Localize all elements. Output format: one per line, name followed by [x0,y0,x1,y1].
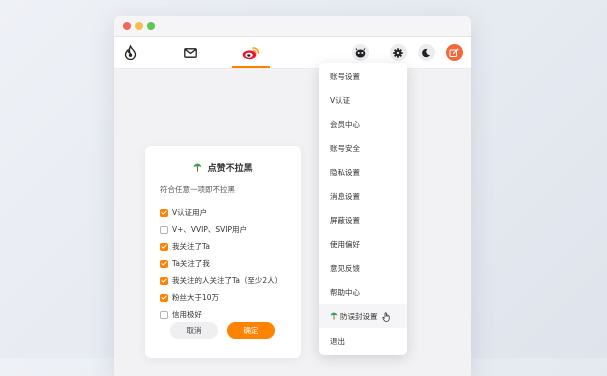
menu-item-label: 账号设置 [330,71,360,81]
option-fans-over-100k[interactable]: 粉丝大于10万 [160,292,219,303]
title-bar [114,16,471,37]
active-tab-indicator [232,66,270,68]
minimize-window-button[interactable] [135,22,143,30]
checkbox-checked[interactable] [160,293,168,302]
cancel-button[interactable]: 取消 [170,322,218,339]
option-v-verified[interactable]: V认证用户 [160,207,207,218]
option-label: V认证用户 [172,208,208,217]
menu-item-label: 防误封设置 [340,311,378,321]
alien-avatar-icon [351,44,369,61]
menu-item-label: 使用偏好 [330,239,360,249]
menu-item-label: 账号安全 [330,143,360,153]
option-mutual-follows[interactable]: 我关注的人关注了Ta（至少2人） [160,275,282,286]
flame-logo-icon[interactable] [122,37,138,68]
tree-icon [330,311,340,321]
top-navigation [114,37,471,69]
menu-item-label: 屏蔽设置 [330,215,360,225]
option-excellent-credit[interactable]: 信用极好 [160,309,202,320]
dialog-subtitle: 符合任意一项即不拉黑 [160,185,235,194]
option-vip-users[interactable]: V+、VVIP、SVIP用户 [160,224,247,235]
checkbox-checked[interactable] [160,242,168,251]
menu-item-anti-ban-settings[interactable]: 防误封设置 [319,304,407,328]
tree-icon [193,163,207,174]
dialog-title: 点赞不拉黑 [145,161,301,174]
option-label: 粉丝大于10万 [172,293,220,302]
theme-toggle-button[interactable] [417,37,435,68]
menu-item-label: 隐私设置 [330,167,360,177]
gear-icon [389,44,407,61]
checkbox-checked[interactable] [160,276,168,285]
menu-item-label: 消息设置 [330,191,360,201]
moon-icon [417,44,435,61]
mail-icon[interactable] [182,37,198,68]
menu-item-member-center[interactable]: 会员中心 [319,112,407,136]
menu-item-preferences[interactable]: 使用偏好 [319,232,407,256]
menu-item-feedback[interactable]: 意见反馈 [319,256,407,280]
like-no-block-dialog: 点赞不拉黑 符合任意一项即不拉黑 V认证用户 V+、VVIP、SVIP用户 我关… [145,146,301,358]
menu-item-message-settings[interactable]: 消息设置 [319,184,407,208]
menu-item-v-verification[interactable]: V认证 [319,88,407,112]
close-window-button[interactable] [123,22,131,30]
option-label: 我关注的人关注了Ta（至少2人） [172,276,283,285]
menu-item-account-settings[interactable]: 账号设置 [319,64,407,88]
checkbox-unchecked[interactable] [160,225,168,234]
menu-item-help-center[interactable]: 帮助中心 [319,280,407,304]
menu-item-label: 帮助中心 [330,287,360,297]
confirm-button[interactable]: 确定 [227,322,275,339]
option-follows-me[interactable]: Ta关注了我 [160,258,210,269]
maximize-window-button[interactable] [147,22,155,30]
option-label: Ta关注了我 [172,259,210,268]
menu-item-label: V认证 [330,95,351,105]
checkbox-unchecked[interactable] [160,310,168,319]
compose-button[interactable] [445,37,463,68]
menu-item-logout[interactable]: 退出 [319,329,407,353]
option-label: 我关注了Ta [172,242,210,251]
menu-item-label: 会员中心 [330,119,360,129]
menu-item-label: 意见反馈 [330,263,360,273]
checkbox-checked[interactable] [160,259,168,268]
dialog-title-text: 点赞不拉黑 [207,164,253,174]
menu-item-label: 退出 [330,336,345,346]
menu-item-privacy-settings[interactable]: 隐私设置 [319,160,407,184]
hand-cursor-icon [382,312,391,324]
weibo-icon[interactable] [240,37,262,68]
option-label: V+、VVIP、SVIP用户 [172,225,248,234]
option-label: 信用极好 [172,310,202,319]
checkbox-checked[interactable] [160,208,168,217]
settings-dropdown-menu: 账号设置 V认证 会员中心 账号安全 隐私设置 消息设置 屏蔽设置 使用偏好 意… [319,63,407,355]
menu-item-account-security[interactable]: 账号安全 [319,136,407,160]
menu-item-block-settings[interactable]: 屏蔽设置 [319,208,407,232]
compose-icon [445,44,463,61]
option-i-follow[interactable]: 我关注了Ta [160,241,210,252]
